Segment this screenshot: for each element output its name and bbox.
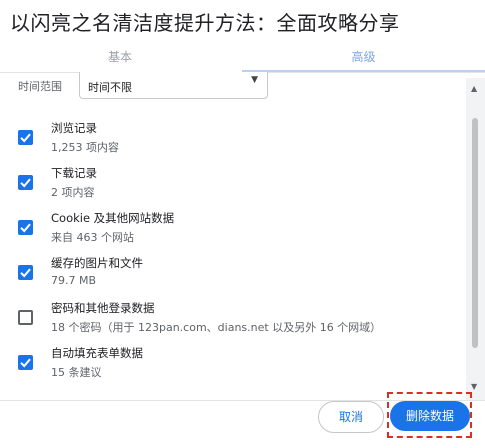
time-range-value: 时间不限 bbox=[88, 81, 132, 94]
checkbox[interactable] bbox=[18, 310, 33, 325]
checkbox[interactable] bbox=[18, 265, 33, 280]
item-title: 缓存的图片和文件 bbox=[51, 256, 143, 270]
scroll-down-arrow-icon[interactable]: ▼ bbox=[471, 382, 477, 391]
list-item-passwords[interactable]: 密码和其他登录数据 18 个密码（用于 123pan.com、dians.net… bbox=[0, 280, 465, 334]
checkmark-icon bbox=[20, 358, 31, 368]
tab-bar: 基本 高级 bbox=[0, 46, 485, 73]
tab-basic[interactable]: 基本 bbox=[0, 46, 240, 72]
delete-data-button[interactable]: 删除数据 bbox=[390, 401, 470, 431]
item-subtitle: 15 条建议 bbox=[51, 366, 102, 379]
checkbox[interactable] bbox=[18, 355, 33, 370]
checkbox[interactable] bbox=[18, 130, 33, 145]
data-type-list: 浏览记录 1,253 项内容 下载记录 2 项内容 Cookie 及其他网站数据… bbox=[0, 100, 465, 390]
scrollbar-thumb[interactable] bbox=[472, 118, 478, 348]
clear-browsing-data-dialog: 以闪亮之名清洁度提升方法：全面攻略分享 基本 高级 时间范围 时间不限 ▼ 浏览… bbox=[0, 0, 485, 448]
tab-advanced[interactable]: 高级 bbox=[242, 46, 485, 72]
item-title: 浏览记录 bbox=[51, 121, 97, 135]
item-title: 自动填充表单数据 bbox=[51, 346, 143, 360]
scrollbar[interactable]: ▲ ▼ bbox=[466, 78, 485, 400]
list-item-download-history[interactable]: 下载记录 2 项内容 bbox=[0, 145, 465, 199]
checkmark-icon bbox=[20, 178, 31, 188]
dropdown-arrow-icon: ▼ bbox=[251, 75, 258, 85]
item-title: 下载记录 bbox=[51, 166, 97, 180]
checkmark-icon bbox=[20, 223, 31, 233]
overlay-headline: 以闪亮之名清洁度提升方法：全面攻略分享 bbox=[10, 11, 400, 35]
list-item-browsing-history[interactable]: 浏览记录 1,253 项内容 bbox=[0, 100, 465, 154]
list-item-autofill[interactable]: 自动填充表单数据 15 条建议 bbox=[0, 325, 465, 379]
item-title: 密码和其他登录数据 bbox=[51, 301, 155, 315]
time-range-label: 时间范围 bbox=[18, 80, 62, 93]
item-title: Cookie 及其他网站数据 bbox=[51, 211, 175, 225]
cancel-button[interactable]: 取消 bbox=[318, 401, 384, 433]
checkmark-icon bbox=[20, 133, 31, 143]
checkmark-icon bbox=[20, 268, 31, 278]
time-range-select[interactable]: 时间不限 ▼ bbox=[79, 72, 268, 99]
checkbox[interactable] bbox=[18, 220, 33, 235]
list-item-cache[interactable]: 缓存的图片和文件 79.7 MB bbox=[0, 235, 465, 287]
scroll-up-arrow-icon[interactable]: ▲ bbox=[471, 84, 477, 93]
list-item-cookies[interactable]: Cookie 及其他网站数据 来自 463 个网站 bbox=[0, 190, 465, 244]
checkbox[interactable] bbox=[18, 175, 33, 190]
